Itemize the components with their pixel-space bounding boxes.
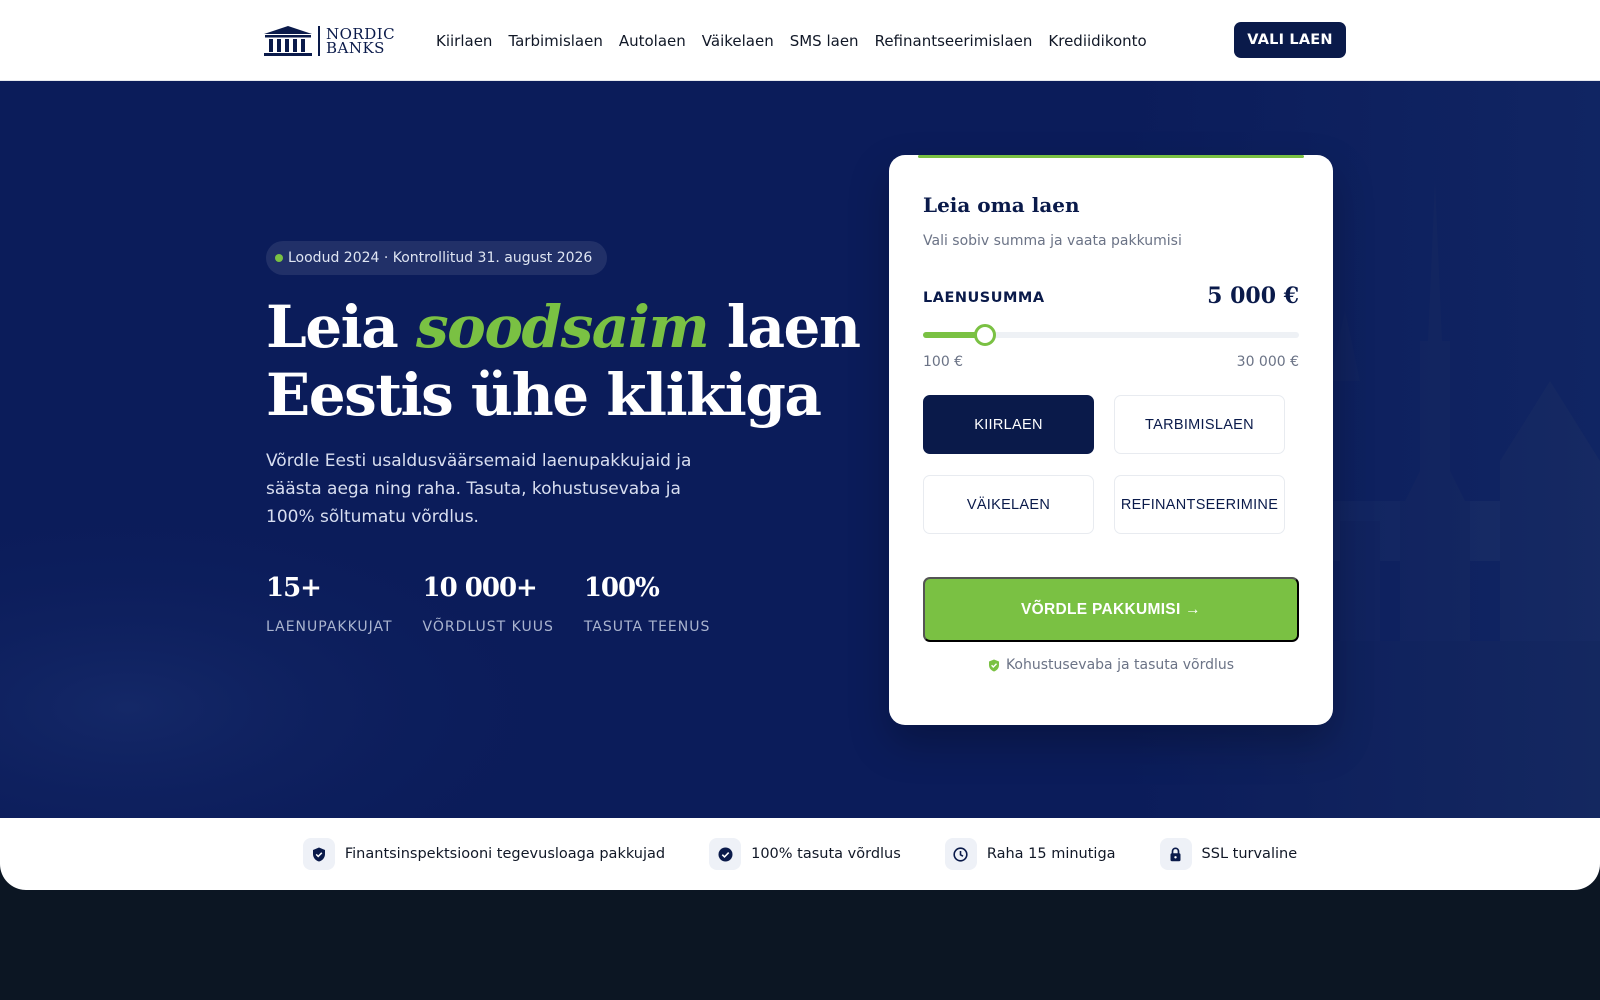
type-button-vaikelaen[interactable]: VÄIKELAEN	[923, 475, 1094, 534]
amount-slider[interactable]	[923, 324, 1299, 346]
verified-badge: Loodud 2024 · Kontrollitud 31. august 20…	[266, 241, 608, 275]
trust-label: 100% tasuta võrdlus	[751, 846, 901, 862]
hero-section: Loodud 2024 · Kontrollitud 31. august 20…	[0, 81, 1600, 818]
trust-item-fast: Raha 15 minutiga	[944, 838, 1116, 870]
amount-label: LAENUSUMMA	[923, 290, 1045, 306]
logo-line2: BANKS	[326, 39, 385, 57]
hero-lead: Võrdle Eesti usaldusväärsemaid laenupakk…	[266, 451, 692, 527]
card-note-text: Kohustusevaba ja tasuta võrdlus	[1005, 657, 1235, 673]
main-nav: Kiirlaen Tarbimislaen Autolaen Väikelaen…	[436, 0, 1163, 81]
stat-providers: 15+ LAENUPAKKUJAT	[266, 573, 393, 635]
stat-comparisons: 10 000+ VÕRDLUST KUUS	[423, 573, 554, 635]
stat-label: VÕRDLUST KUUS	[422, 619, 554, 635]
shield-check-icon	[988, 659, 999, 671]
hero-stats: 15+ LAENUPAKKUJAT 10 000+ VÕRDLUST KUUS …	[266, 573, 740, 635]
card-note: Kohustusevaba ja tasuta võrdlus	[889, 657, 1333, 673]
nav-item-kiirlaen[interactable]: Kiirlaen	[436, 32, 492, 50]
compare-offers-button[interactable]: VÕRDLE PAKKUMISI →	[923, 577, 1299, 642]
logo-divider	[318, 26, 320, 56]
slider-min-label: 100 €	[923, 354, 964, 370]
nav-item-refinantseerimislaen[interactable]: Refinantseerimislaen	[875, 32, 1033, 50]
trust-bar: Finantsinspektsiooni tegevusloaga pakkuj…	[0, 818, 1600, 890]
headline-accent: soodsaim	[416, 293, 710, 361]
tallinn-skyline-background	[0, 81, 1600, 818]
card-accent-bar	[918, 155, 1304, 158]
hero-headline: Leia soodsaim laen Eestis ühe klikiga	[266, 293, 861, 429]
shield-check-icon	[302, 838, 335, 870]
nav-item-krediidikonto[interactable]: Krediidikonto	[1048, 32, 1146, 50]
stat-value: 10 000+	[422, 573, 538, 603]
nav-item-autolaen[interactable]: Autolaen	[619, 32, 686, 50]
stat-free-service: 100% TASUTA TEENUS	[584, 573, 711, 635]
bank-building-icon	[264, 26, 312, 56]
type-button-refinantseerimine[interactable]: REFINANTSEERIMINE	[1114, 475, 1285, 534]
nordic-banks-logo[interactable]: NORDIC BANKS	[262, 24, 395, 58]
loan-finder-card: Leia oma laen Vali sobiv summa ja vaata …	[889, 155, 1333, 725]
trust-item-free: 100% tasuta võrdlus	[709, 838, 901, 870]
headline-post: laen	[708, 293, 861, 361]
lock-icon	[1159, 838, 1192, 870]
nav-item-tarbimislaen[interactable]: Tarbimislaen	[508, 32, 602, 50]
check-circle-icon	[709, 838, 742, 870]
card-title: Leia oma laen	[923, 193, 1080, 217]
stat-value: 100%	[583, 573, 660, 603]
slider-thumb[interactable]	[973, 324, 996, 346]
trust-label: SSL turvaline	[1201, 846, 1298, 862]
status-dot	[275, 254, 283, 262]
trust-label: Finantsinspektsiooni tegevusloaga pakkuj…	[344, 846, 666, 862]
amount-value: 5 000 €	[1207, 283, 1299, 309]
slider-max-label: 30 000 €	[1236, 354, 1299, 370]
headline-line2: Eestis ühe klikiga	[266, 361, 822, 429]
vali-laen-button[interactable]: VALI LAEN	[1234, 22, 1346, 58]
trust-item-licensed: Finantsinspektsiooni tegevusloaga pakkuj…	[302, 838, 666, 870]
nav-item-sms-laen[interactable]: SMS laen	[790, 32, 859, 50]
stat-value: 15+	[266, 573, 322, 603]
site-header: NORDIC BANKS Kiirlaen Tarbimislaen Autol…	[0, 0, 1600, 81]
headline-pre: Leia	[266, 293, 416, 361]
trust-item-ssl: SSL turvaline	[1159, 838, 1298, 870]
nav-item-vaikelaen[interactable]: Väikelaen	[702, 32, 774, 50]
logo-wordmark: NORDIC BANKS	[326, 27, 395, 57]
stat-label: TASUTA TEENUS	[583, 619, 711, 635]
stat-label: LAENUPAKKUJAT	[266, 619, 393, 635]
badge-text: Loodud 2024 · Kontrollitud 31. august 20…	[288, 250, 593, 266]
type-button-tarbimislaen[interactable]: TARBIMISLAEN	[1114, 395, 1285, 454]
clock-icon	[944, 838, 977, 870]
card-subtitle: Vali sobiv summa ja vaata pakkumisi	[923, 233, 1182, 249]
trust-label: Raha 15 minutiga	[986, 846, 1116, 862]
type-button-kiirlaen[interactable]: KIIRLAEN	[923, 395, 1094, 454]
